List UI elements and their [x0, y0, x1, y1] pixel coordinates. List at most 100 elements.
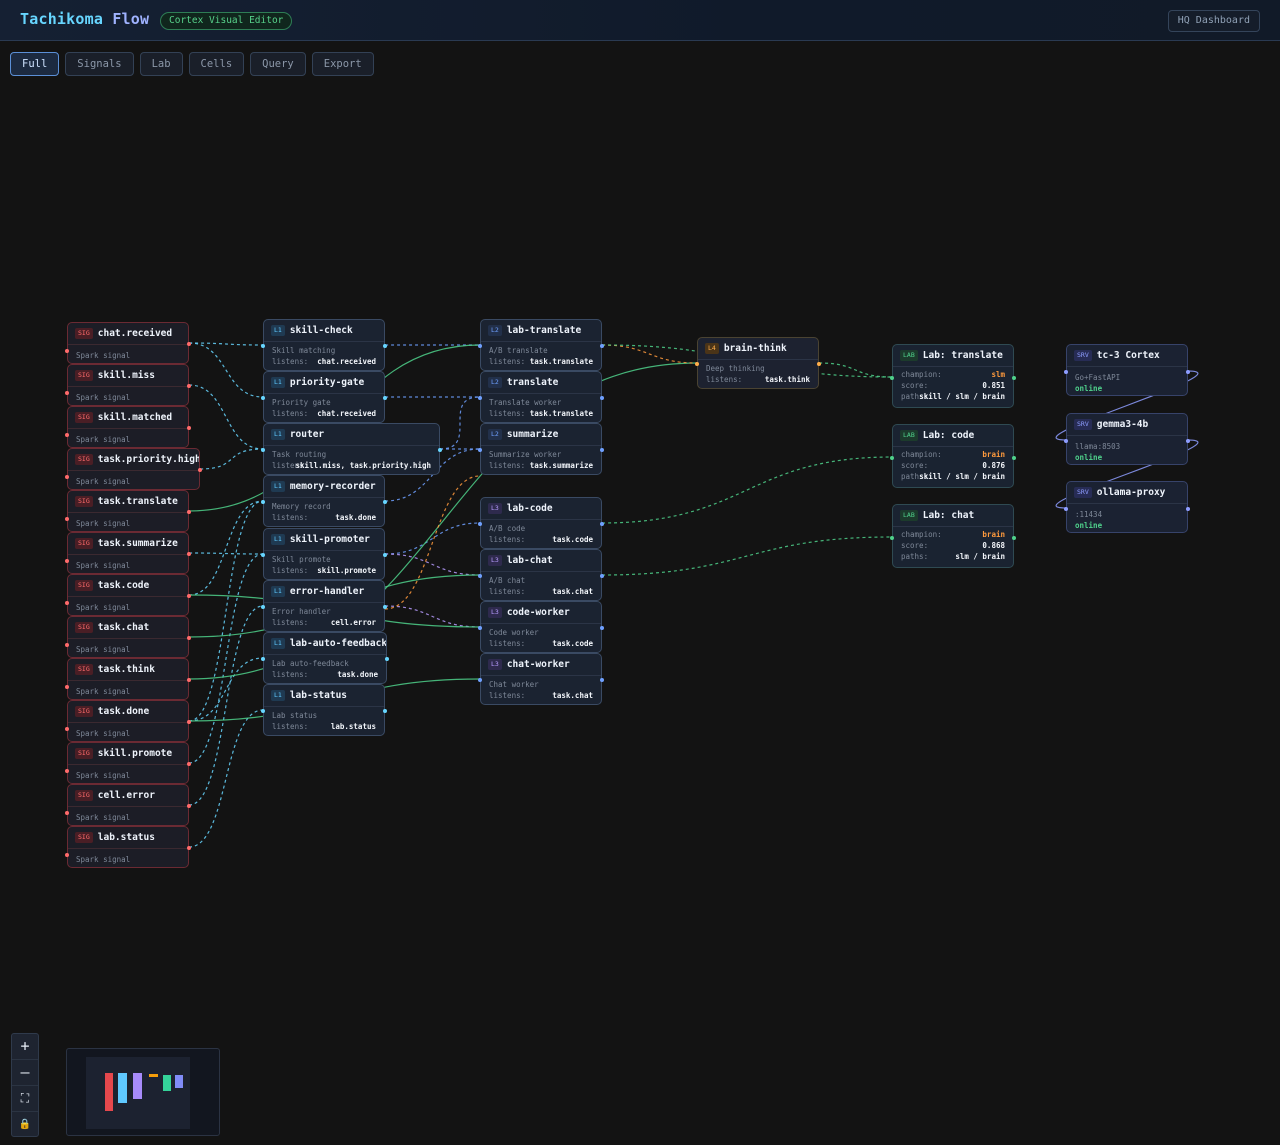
lock-icon[interactable]: 🔒 [12, 1112, 38, 1137]
signal-output-port[interactable] [187, 678, 191, 682]
cell-input-port[interactable] [261, 553, 265, 557]
signal-node-chat-received[interactable]: SIG chat.received Spark signal [65, 322, 191, 364]
lab-node-labtranslate[interactable]: LAB Lab: translate champion: slm score: 0.851… [890, 344, 1016, 408]
signal-output-port[interactable] [187, 636, 191, 640]
signal-input-port[interactable] [65, 517, 69, 521]
server-input-port[interactable] [1064, 507, 1068, 511]
cell-output-port[interactable] [383, 344, 387, 348]
zoom-in-icon[interactable]: + [12, 1034, 38, 1060]
edge-worker-to-lab[interactable] [601, 536, 893, 576]
signal-input-port[interactable] [65, 727, 69, 731]
lab-input-port[interactable] [890, 376, 894, 380]
edge-worker-to-brain[interactable] [601, 344, 698, 364]
signal-output-port[interactable] [187, 762, 191, 766]
cell-output-port[interactable] [383, 605, 387, 609]
worker-input-port[interactable] [478, 396, 482, 400]
signal-node-skill-promote[interactable]: SIG skill.promote Spark signal [65, 742, 191, 784]
signal-output-port[interactable] [187, 846, 191, 850]
signal-input-port[interactable] [65, 391, 69, 395]
signal-output-port[interactable] [187, 720, 191, 724]
brain-node-brain-think[interactable]: L4 brain-think Deep thinking listens: task.t… [695, 337, 821, 389]
cell-node-error-handler[interactable]: L1 error-handler Error handler listens: cell… [261, 580, 387, 632]
edge-signal-to-cell[interactable] [188, 500, 264, 722]
server-output-port[interactable] [1186, 370, 1190, 374]
lab-input-port[interactable] [890, 536, 894, 540]
worker-input-port[interactable] [478, 678, 482, 682]
signal-input-port[interactable] [65, 769, 69, 773]
signal-input-port[interactable] [65, 559, 69, 563]
worker-input-port[interactable] [478, 626, 482, 630]
edge-cell-to-worker[interactable] [384, 522, 481, 555]
brain-input-port[interactable] [695, 362, 699, 366]
signal-node-task-translate[interactable]: SIG task.translate Spark signal [65, 490, 191, 532]
signal-node-task-done[interactable]: SIG task.done Spark signal [65, 700, 191, 742]
cell-input-port[interactable] [261, 657, 265, 661]
edge-signal-to-cell[interactable] [188, 384, 264, 450]
cell-output-port[interactable] [438, 448, 442, 452]
signal-node-skill-matched[interactable]: SIG skill.matched Spark signal [65, 406, 191, 448]
cell-input-port[interactable] [261, 344, 265, 348]
signal-input-port[interactable] [65, 685, 69, 689]
zoom-out-icon[interactable]: — [12, 1060, 38, 1086]
worker-node-translate[interactable]: L2 translate Translate worker listens: task.… [478, 371, 604, 423]
server-node-tc-3-cortex[interactable]: SRV tc-3 Cortex Go+FastAPI online [1064, 344, 1190, 396]
cell-input-port[interactable] [261, 605, 265, 609]
minimap[interactable] [66, 1048, 220, 1136]
edge-signal-to-cell[interactable] [188, 500, 264, 596]
cell-node-skill-check[interactable]: L1 skill-check Skill matching listens: chat.… [261, 319, 387, 371]
cell-output-port[interactable] [383, 396, 387, 400]
cell-input-port[interactable] [261, 396, 265, 400]
worker-output-port[interactable] [600, 522, 604, 526]
worker-output-port[interactable] [600, 626, 604, 630]
worker-node-code-worker[interactable]: L3 code-worker Code worker listens: task.cod… [478, 601, 604, 653]
edge-worker-to-lab[interactable] [601, 456, 893, 524]
signal-input-port[interactable] [65, 601, 69, 605]
signal-node-task-code[interactable]: SIG task.code Spark signal [65, 574, 191, 616]
signal-input-port[interactable] [65, 349, 69, 353]
signal-node-task-chat[interactable]: SIG task.chat Spark signal [65, 616, 191, 658]
lab-output-port[interactable] [1012, 376, 1016, 380]
cell-output-port[interactable] [383, 553, 387, 557]
edge-signal-to-cell[interactable] [188, 342, 264, 346]
cell-input-port[interactable] [261, 448, 265, 452]
worker-node-summarize[interactable]: L2 summarize Summarize worker listens: task.… [478, 423, 604, 475]
server-output-port[interactable] [1186, 439, 1190, 443]
worker-input-port[interactable] [478, 574, 482, 578]
signal-output-port[interactable] [187, 426, 191, 430]
worker-input-port[interactable] [478, 448, 482, 452]
signal-input-port[interactable] [65, 475, 69, 479]
signal-node-skill-miss[interactable]: SIG skill.miss Spark signal [65, 364, 191, 406]
server-input-port[interactable] [1064, 370, 1068, 374]
fit-view-icon[interactable]: ⛶ [12, 1086, 38, 1112]
cell-input-port[interactable] [261, 500, 265, 504]
worker-output-port[interactable] [600, 344, 604, 348]
cell-node-lab-auto-feedback[interactable]: L1 lab-auto-feedback Lab auto-feedback list… [261, 632, 389, 684]
signal-output-port[interactable] [187, 342, 191, 346]
cell-node-lab-status[interactable]: L1 lab-status Lab status listens: lab.status [261, 684, 387, 736]
cell-node-skill-promoter[interactable]: L1 skill-promoter Skill promote listens: ski… [261, 528, 387, 580]
lab-output-port[interactable] [1012, 536, 1016, 540]
signal-node-cell-error[interactable]: SIG cell.error Spark signal [65, 784, 191, 826]
edge-cell-to-brain[interactable] [384, 475, 481, 610]
worker-output-port[interactable] [600, 574, 604, 578]
cell-output-port[interactable] [383, 709, 387, 713]
cell-output-port[interactable] [383, 500, 387, 504]
worker-input-port[interactable] [478, 344, 482, 348]
lab-node-labchat[interactable]: LAB Lab: chat champion: brain score: 0.868 pat… [890, 504, 1016, 568]
edge-signal-to-cell[interactable] [188, 709, 264, 848]
worker-output-port[interactable] [600, 396, 604, 400]
signal-node-task-think[interactable]: SIG task.think Spark signal [65, 658, 191, 700]
worker-input-port[interactable] [478, 522, 482, 526]
edge-signal-to-cell[interactable] [188, 553, 264, 764]
worker-node-lab-chat[interactable]: L3 lab-chat A/B chat listens: task.chat [478, 549, 604, 601]
lab-node-labcode[interactable]: LAB Lab: code champion: brain score: 0.876 pat… [890, 424, 1016, 488]
signal-input-port[interactable] [65, 853, 69, 857]
server-node-ollama-proxy[interactable]: SRV ollama-proxy:11434 online [1064, 481, 1190, 533]
brain-output-port[interactable] [817, 362, 821, 366]
worker-node-lab-code[interactable]: L3 lab-code A/B code listens: task.code [478, 497, 604, 549]
signal-output-port[interactable] [187, 804, 191, 808]
signal-input-port[interactable] [65, 643, 69, 647]
signal-output-port[interactable] [187, 552, 191, 556]
edge-signal-to-cell[interactable] [188, 657, 264, 722]
cell-node-priority-gate[interactable]: L1 priority-gate Priority gate listens: chat… [261, 371, 387, 423]
